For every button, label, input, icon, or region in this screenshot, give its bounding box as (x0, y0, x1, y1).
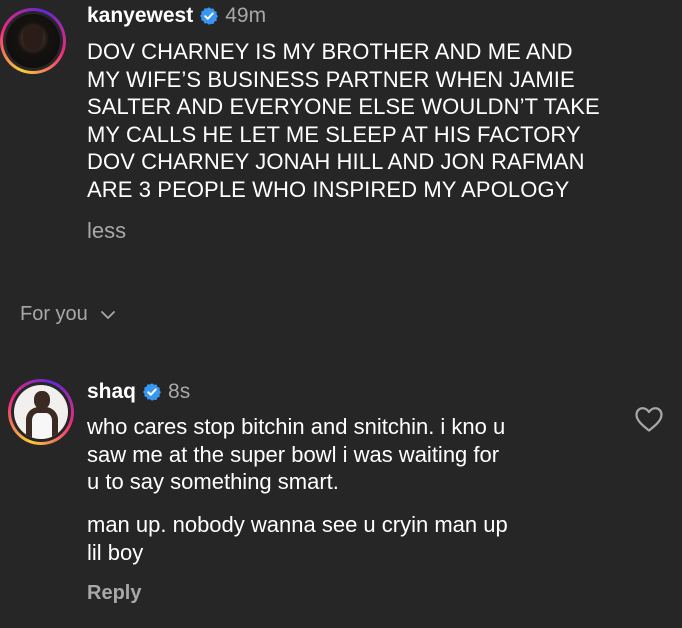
comment-line: u to say something smart. (87, 469, 339, 495)
comment-text: who cares stop bitchin and snitchin. i k… (87, 413, 617, 496)
reply-button[interactable]: Reply (87, 582, 141, 605)
comment-line: man up. nobody wanna see u cryin man up (87, 512, 508, 537)
post-caption: DOV CHARNEY IS MY BROTHER AND ME AND MY … (87, 38, 677, 204)
caption-line: DOV CHARNEY IS MY BROTHER AND ME AND (87, 39, 573, 64)
caption-line: DOV CHARNEY JONAH HILL AND JON RAFMAN (87, 149, 585, 175)
comment-line: lil boy (87, 539, 144, 565)
chevron-down-icon (100, 310, 115, 319)
post-avatar[interactable] (0, 8, 66, 74)
comment-line: who cares stop bitchin and snitchin. i k… (87, 414, 506, 439)
less-link[interactable]: less (87, 218, 126, 244)
comment-line: saw me at the super bowl i was waiting f… (87, 441, 500, 467)
comment-username[interactable]: shaq (87, 380, 136, 404)
caption-line: SALTER AND EVERYONE ELSE WOULDN’T TAKE (87, 94, 600, 120)
post-username[interactable]: kanyewest (87, 4, 193, 28)
comments-screen: kanyewest 49m DOV CHARNEY IS MY BROTHER … (0, 0, 682, 628)
original-post: kanyewest 49m DOV CHARNEY IS MY BROTHER … (0, 0, 682, 280)
comment-avatar[interactable] (8, 379, 74, 445)
caption-line: MY CALLS HE LET ME SLEEP AT HIS FACTORY (87, 121, 581, 147)
avatar-image (14, 385, 68, 439)
comment-text-continued: man up. nobody wanna see u cryin man up … (87, 511, 617, 566)
comment-sort-dropdown[interactable]: For you (20, 303, 116, 326)
sort-label: For you (20, 303, 88, 325)
heart-icon[interactable] (634, 405, 664, 433)
verified-badge-icon (143, 383, 162, 401)
post-header: kanyewest 49m (87, 4, 266, 28)
verified-badge-icon (200, 7, 219, 25)
avatar-image (6, 14, 60, 68)
comment-timestamp: 8s (168, 380, 191, 403)
caption-line: ARE 3 PEOPLE WHO INSPIRED MY APOLOGY (87, 176, 570, 202)
post-timestamp: 49m (225, 4, 267, 27)
caption-line: MY WIFE’S BUSINESS PARTNER WHEN JAMIE (87, 66, 575, 92)
comment-header: shaq 8s (87, 380, 190, 404)
